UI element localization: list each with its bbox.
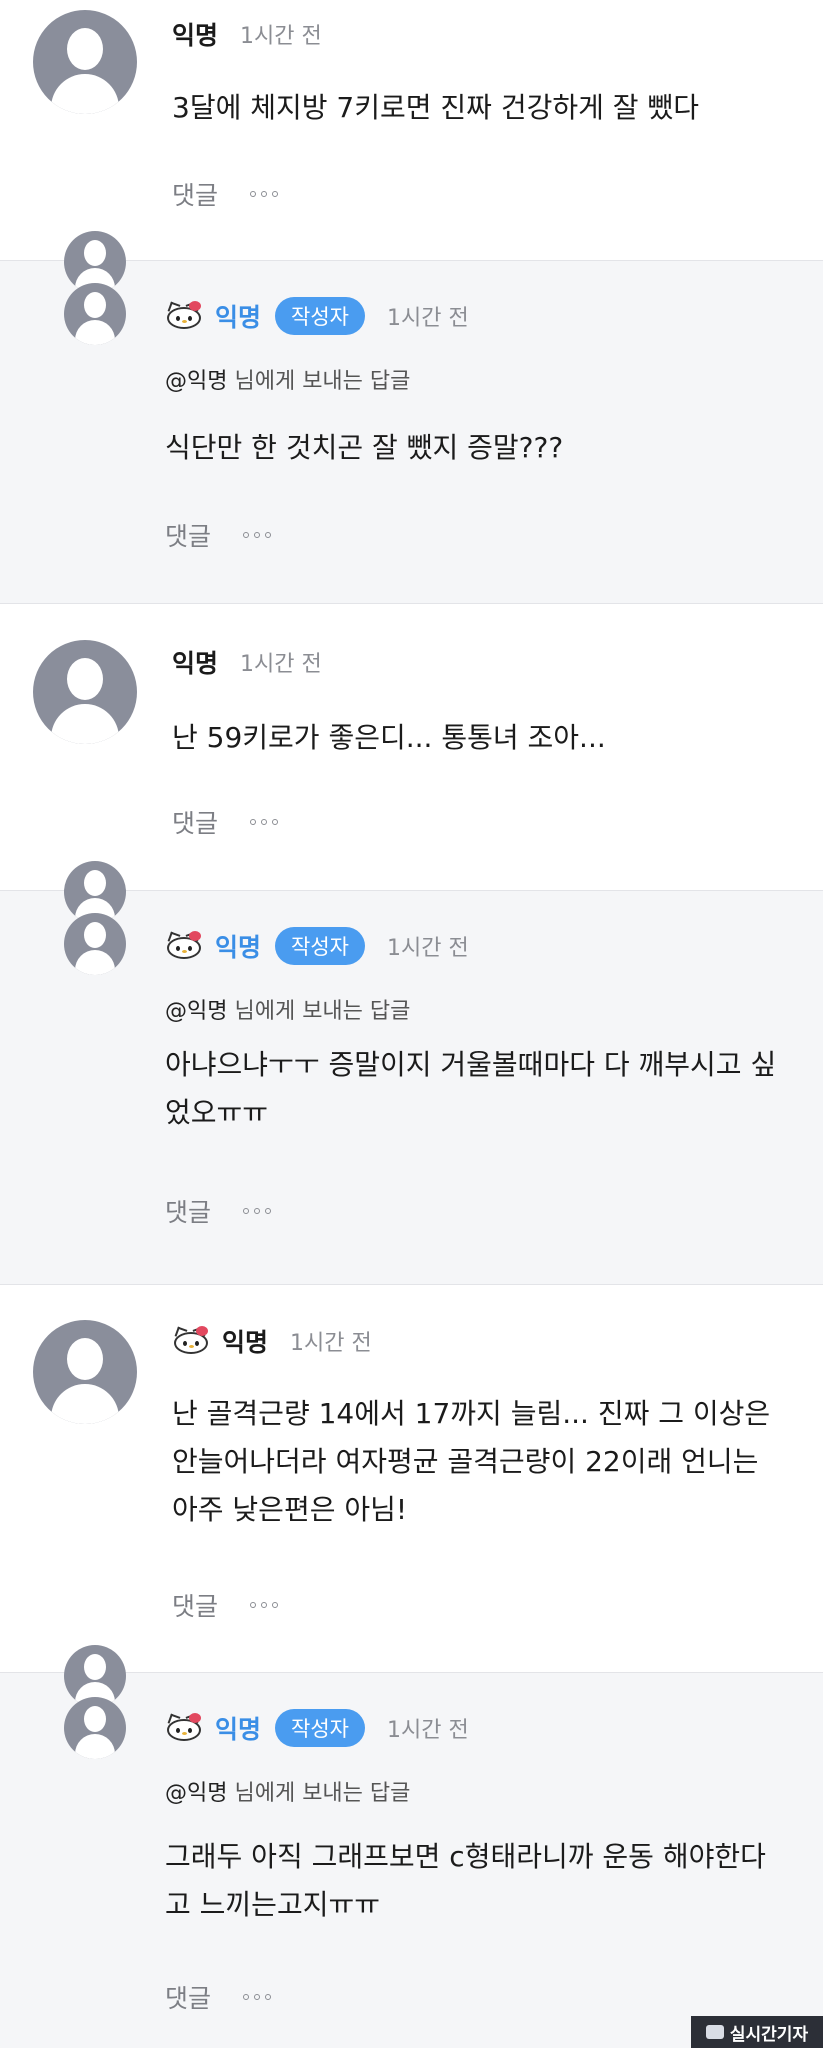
author-badge: 작성자	[275, 297, 365, 335]
reply-item: 익명 작성자 1시간 전 @익명 님에게 보내는 답글 식단만 한 것치곤 잘 …	[0, 231, 823, 603]
comment-author[interactable]: 익명	[172, 644, 218, 680]
hello-kitty-icon	[165, 301, 203, 331]
reply-target: @익명 님에게 보내는 답글	[165, 1775, 410, 1807]
author-badge: 작성자	[275, 927, 365, 965]
more-options-icon[interactable]	[248, 1596, 280, 1614]
comment-time: 1시간 전	[386, 1718, 469, 1743]
comment-time: 1시간 전	[386, 306, 469, 331]
reply-button[interactable]: 댓글	[172, 176, 218, 212]
more-options-icon[interactable]	[248, 813, 280, 831]
reply-button[interactable]: 댓글	[165, 1193, 211, 1229]
reply-target: @익명 님에게 보내는 답글	[165, 363, 410, 395]
comment-text: 아냐으냐ㅜㅜ 증말이지 거울볼때마다 다 깨부시고 싶었오ㅠㅠ	[165, 1048, 777, 1129]
hello-kitty-icon	[165, 1713, 203, 1743]
comment-author[interactable]: 익명	[222, 1323, 268, 1359]
more-options-icon[interactable]	[248, 185, 280, 203]
comment-item: 익명 1시간 전 난 골격근량 14에서 17까지 늘림... 진짜 그 이상은…	[0, 1285, 823, 1672]
more-options-icon[interactable]	[241, 1988, 273, 2006]
comment-text: 그래두 아직 그래프보면 c형태라니까 운동 해야한다고 느끼는고지ㅠㅠ	[165, 1840, 766, 1921]
avatar[interactable]	[64, 1697, 126, 1759]
comment-author[interactable]: 익명	[172, 16, 218, 52]
comment-text: 난 골격근량 14에서 17까지 늘림... 진짜 그 이상은 안늘어나더라 여…	[172, 1397, 771, 1526]
hello-kitty-icon	[165, 931, 203, 961]
comment-time: 1시간 전	[240, 24, 322, 49]
reply-item: 익명 작성자 1시간 전 @익명 님에게 보내는 답글 그래두 아직 그래프보면…	[0, 1645, 823, 2048]
comment-text: 식단만 한 것치곤 잘 뺐지 증말???	[165, 431, 564, 464]
watermark-logo-icon	[705, 2025, 724, 2039]
watermark-text: 실시간기자	[729, 2024, 809, 2045]
comment-time: 1시간 전	[240, 652, 322, 677]
avatar[interactable]	[64, 913, 126, 975]
reply-button[interactable]: 댓글	[172, 1587, 218, 1623]
more-options-icon[interactable]	[241, 526, 273, 544]
reply-button[interactable]: 댓글	[165, 1979, 211, 2015]
hello-kitty-icon	[172, 1326, 210, 1356]
reply-button[interactable]: 댓글	[172, 804, 218, 840]
reply-target-suffix: 님에게 보내는 답글	[227, 1781, 411, 1806]
comment-text: 난 59키로가 좋은디... 통통녀 조아...	[172, 721, 606, 754]
comment-author[interactable]: 익명	[215, 298, 261, 334]
comment-time: 1시간 전	[386, 936, 469, 961]
author-badge: 작성자	[275, 1709, 365, 1747]
mention-link[interactable]: @익명	[165, 999, 227, 1024]
avatar[interactable]	[33, 10, 137, 114]
avatar[interactable]	[33, 1320, 137, 1424]
comment-item: 익명 1시간 전 난 59키로가 좋은디... 통통녀 조아... 댓글	[0, 604, 823, 890]
comment-author[interactable]: 익명	[215, 1710, 261, 1746]
reply-item: 익명 작성자 1시간 전 @익명 님에게 보내는 답글 아냐으냐ㅜㅜ 증말이지 …	[0, 861, 823, 1284]
mention-link[interactable]: @익명	[165, 369, 227, 394]
comment-item: 익명 1시간 전 3달에 체지방 7키로면 진짜 건강하게 잘 뺐다 댓글	[0, 0, 823, 260]
reply-target: @익명 님에게 보내는 답글	[165, 993, 410, 1025]
comment-time: 1시간 전	[290, 1331, 372, 1356]
more-options-icon[interactable]	[241, 1202, 273, 1220]
reply-target-suffix: 님에게 보내는 답글	[227, 999, 411, 1024]
reply-button[interactable]: 댓글	[165, 517, 211, 553]
comment-text: 3달에 체지방 7키로면 진짜 건강하게 잘 뺐다	[172, 91, 699, 124]
avatar[interactable]	[33, 640, 137, 744]
comment-author[interactable]: 익명	[215, 928, 261, 964]
mention-link[interactable]: @익명	[165, 1781, 227, 1806]
watermark: 실시간기자	[691, 2016, 823, 2048]
avatar[interactable]	[64, 283, 126, 345]
reply-target-suffix: 님에게 보내는 답글	[227, 369, 411, 394]
